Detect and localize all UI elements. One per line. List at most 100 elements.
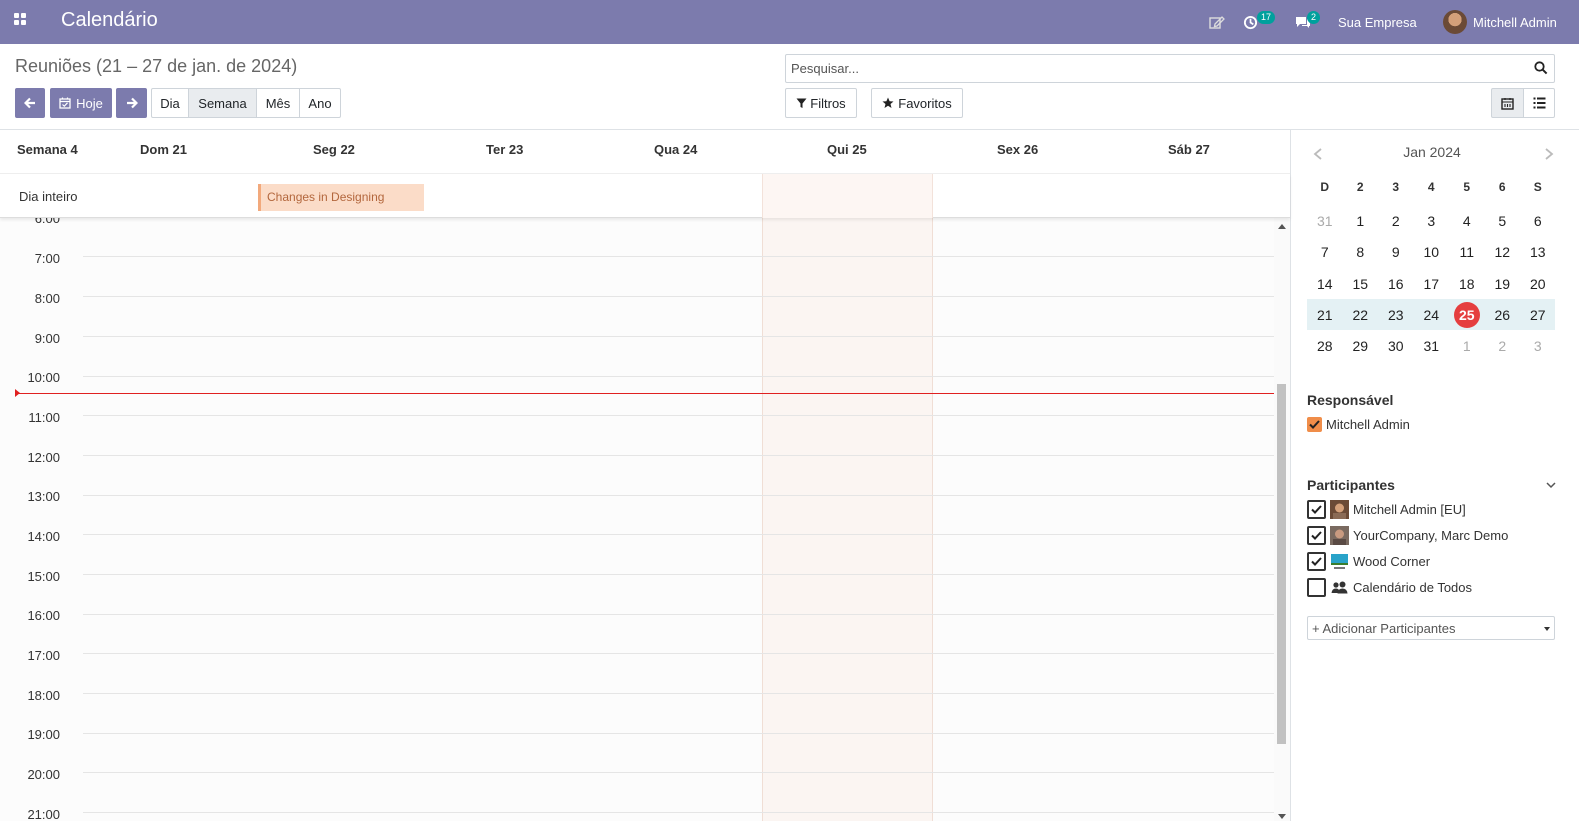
mini-day[interactable]: 5: [1485, 213, 1521, 229]
mini-day[interactable]: 2: [1485, 338, 1521, 354]
responsible-checkbox[interactable]: [1307, 417, 1322, 432]
check-icon: [1309, 420, 1320, 429]
avatar-photo-icon: [1330, 500, 1349, 519]
mini-day[interactable]: 7: [1307, 244, 1343, 260]
mini-day[interactable]: 17: [1414, 276, 1450, 292]
hour-label: 21:00: [27, 807, 60, 821]
mini-day[interactable]: 30: [1378, 338, 1414, 354]
mini-day[interactable]: 16: [1378, 276, 1414, 292]
responsible-filter-item[interactable]: Mitchell Admin: [1307, 417, 1410, 432]
scale-day-button[interactable]: Dia: [151, 88, 189, 118]
apps-menu-icon[interactable]: [14, 13, 30, 29]
grid-scrollbar[interactable]: [1274, 218, 1290, 821]
day-header[interactable]: Qua 24: [654, 142, 697, 157]
search-input[interactable]: [786, 55, 1516, 82]
search-icon[interactable]: [1534, 61, 1548, 75]
mini-day[interactable]: 20: [1520, 276, 1556, 292]
mini-day[interactable]: 31: [1307, 213, 1343, 229]
hour-line: [83, 256, 1274, 257]
user-menu[interactable]: Mitchell Admin: [1443, 0, 1557, 44]
scroll-thumb[interactable]: [1277, 384, 1286, 744]
attendee-checkbox[interactable]: [1307, 578, 1326, 597]
mini-day[interactable]: 12: [1485, 244, 1521, 260]
hour-line: [83, 376, 1274, 377]
mini-weekday: 5: [1463, 180, 1471, 194]
attendees-section-title[interactable]: Participantes: [1307, 477, 1395, 493]
mini-day[interactable]: 14: [1307, 276, 1343, 292]
mini-day[interactable]: 1: [1449, 338, 1485, 354]
day-header[interactable]: Sáb 27: [1168, 142, 1210, 157]
attendee-checkbox[interactable]: [1307, 526, 1326, 545]
add-attendees-select[interactable]: + Adicionar Participantes: [1307, 616, 1555, 640]
mini-day-today[interactable]: 25: [1449, 302, 1485, 328]
activity-count-badge: 17: [1257, 11, 1276, 24]
mini-day[interactable]: 4: [1449, 213, 1485, 229]
today-column-highlight: [762, 174, 933, 218]
mini-day[interactable]: 26: [1485, 307, 1521, 323]
day-header[interactable]: Dom 21: [140, 142, 187, 157]
attendee-filter-item[interactable]: Calendário de Todos: [1307, 578, 1472, 597]
all-day-row[interactable]: Dia inteiro Changes in Designing: [0, 174, 1290, 218]
top-navbar: Calendário 17 2 Sua Empresa Mitchell Adm…: [0, 0, 1579, 44]
mini-day[interactable]: 23: [1378, 307, 1414, 323]
mini-day[interactable]: 10: [1414, 244, 1450, 260]
today-button[interactable]: Hoje: [50, 88, 112, 118]
mini-day[interactable]: 15: [1343, 276, 1379, 292]
scroll-down-arrow-icon[interactable]: [1278, 814, 1286, 819]
list-view-button[interactable]: [1523, 88, 1555, 118]
mini-day[interactable]: 27: [1520, 307, 1556, 323]
mini-day[interactable]: 28: [1307, 338, 1343, 354]
mini-day[interactable]: 2: [1378, 213, 1414, 229]
mini-day[interactable]: 3: [1414, 213, 1450, 229]
mini-calendar-month[interactable]: Jan 2024: [1308, 144, 1556, 160]
app-title[interactable]: Calendário: [61, 9, 158, 32]
mini-day[interactable]: 8: [1343, 244, 1379, 260]
attendee-checkbox[interactable]: [1307, 500, 1326, 519]
activity-clock-icon[interactable]: [1243, 0, 1258, 44]
scale-week-button[interactable]: Semana: [188, 88, 257, 118]
mini-day[interactable]: 29: [1343, 338, 1379, 354]
scale-month-button[interactable]: Mês: [256, 88, 300, 118]
today-badge: 25: [1453, 302, 1480, 328]
mini-day[interactable]: 18: [1449, 276, 1485, 292]
attendee-filter-item[interactable]: YourCompany, Marc Demo: [1307, 526, 1508, 545]
day-header[interactable]: Seg 22: [313, 142, 355, 157]
hour-line: [83, 653, 1274, 654]
company-switcher[interactable]: Sua Empresa: [1338, 0, 1417, 44]
mini-day[interactable]: 21: [1307, 307, 1343, 323]
day-header[interactable]: Sex 26: [997, 142, 1038, 157]
time-grid[interactable]: 6:00 7:00 8:00 9:00 10:00 11:00 12:00 13…: [0, 218, 1290, 821]
mini-day[interactable]: 31: [1414, 338, 1450, 354]
calendar-event[interactable]: Changes in Designing: [258, 184, 424, 211]
hour-line: [83, 693, 1274, 694]
filters-button[interactable]: Filtros: [785, 88, 857, 118]
mini-day[interactable]: 11: [1449, 244, 1485, 260]
previous-button[interactable]: [15, 88, 45, 118]
mini-day[interactable]: 6: [1520, 213, 1556, 229]
attendee-filter-item[interactable]: Wood Corner: [1307, 552, 1430, 571]
quick-note-icon[interactable]: [1209, 0, 1225, 44]
favorites-button[interactable]: Favoritos: [871, 88, 963, 118]
attendee-checkbox[interactable]: [1307, 552, 1326, 571]
next-button[interactable]: [116, 88, 147, 118]
list-icon: [1533, 97, 1545, 109]
day-header[interactable]: Ter 23: [486, 142, 523, 157]
day-header[interactable]: Qui 25: [827, 142, 867, 157]
calendar-view-button[interactable]: [1491, 88, 1524, 118]
mini-day[interactable]: 3: [1520, 338, 1556, 354]
mini-day[interactable]: 19: [1485, 276, 1521, 292]
mini-day[interactable]: 9: [1378, 244, 1414, 260]
chevron-down-icon[interactable]: [1546, 482, 1556, 489]
attendee-filter-item[interactable]: Mitchell Admin [EU]: [1307, 500, 1466, 519]
scroll-up-arrow-icon[interactable]: [1278, 224, 1286, 229]
mini-next-month-icon[interactable]: [1544, 147, 1554, 163]
mini-day[interactable]: 13: [1520, 244, 1556, 260]
mini-day[interactable]: 1: [1343, 213, 1379, 229]
favorites-label: Favoritos: [898, 95, 952, 111]
hour-label: 16:00: [27, 608, 60, 623]
mini-day[interactable]: 24: [1414, 307, 1450, 323]
scale-year-button[interactable]: Ano: [299, 88, 341, 118]
mini-weekday: 2: [1356, 180, 1364, 194]
hour-label: 11:00: [28, 410, 60, 425]
mini-day[interactable]: 22: [1343, 307, 1379, 323]
